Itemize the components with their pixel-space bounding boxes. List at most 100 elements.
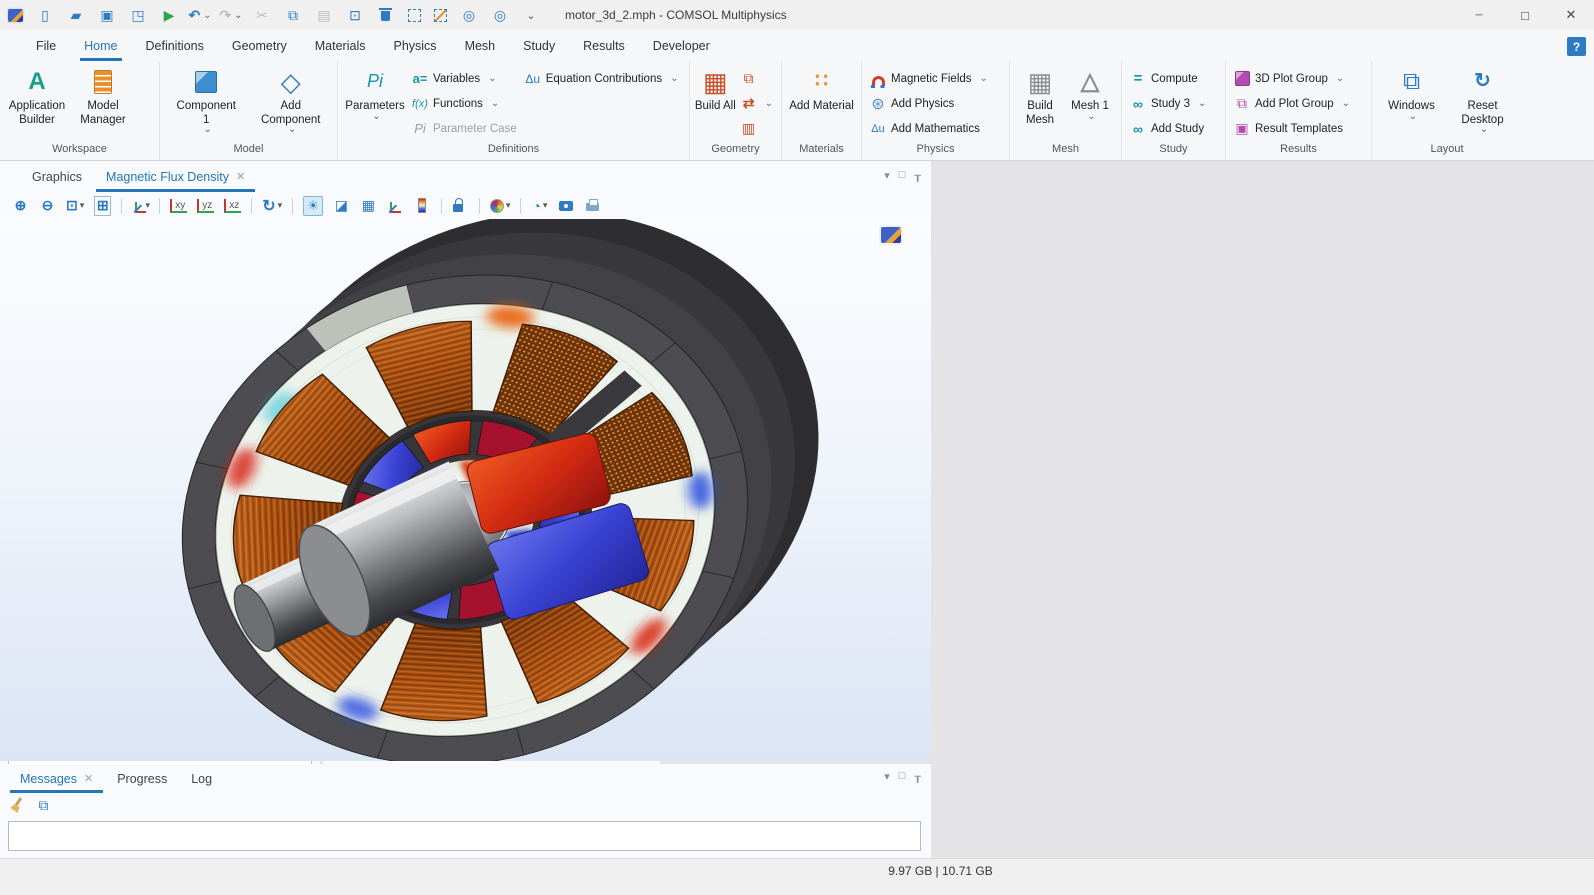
- comsol-watermark-icon[interactable]: [881, 227, 901, 243]
- maximize-button[interactable]: [1502, 0, 1548, 30]
- add-material-button[interactable]: Add Material: [789, 63, 855, 114]
- reset-desktop-button[interactable]: Reset Desktop: [1450, 63, 1516, 132]
- zoom-out-icon[interactable]: [39, 196, 56, 216]
- help-button[interactable]: ?: [1567, 37, 1586, 56]
- study-3-button[interactable]: Study 3: [1126, 91, 1210, 116]
- clear-selection-icon[interactable]: [434, 9, 447, 22]
- zoom-box-icon[interactable]: ▾: [66, 196, 84, 216]
- variables-button[interactable]: Variables: [408, 66, 521, 91]
- copy-to-clipboard-icon[interactable]: [35, 795, 52, 815]
- close-button[interactable]: [1548, 0, 1594, 30]
- copy-icon[interactable]: [284, 6, 302, 24]
- run-icon[interactable]: [160, 6, 178, 24]
- tab-definitions[interactable]: Definitions: [132, 30, 218, 61]
- close-tab-icon[interactable]: ✕: [84, 772, 93, 785]
- virtual-operations-button[interactable]: [737, 116, 777, 141]
- equation-contributions-button[interactable]: Equation Contributions: [521, 66, 683, 91]
- magnetic-fields-button[interactable]: Magnetic Fields: [866, 66, 992, 91]
- model-manager-button[interactable]: Model Manager: [70, 63, 136, 127]
- pin-panel-icon[interactable]: ┰: [914, 169, 921, 192]
- add-study-button[interactable]: Add Study: [1126, 116, 1210, 141]
- application-builder-button[interactable]: Application Builder: [4, 63, 70, 127]
- group-label-model: Model: [164, 143, 333, 160]
- parameter-case-icon: [412, 121, 428, 137]
- show-axes-icon[interactable]: [387, 196, 404, 216]
- build-all-button[interactable]: Build All: [694, 63, 737, 114]
- grid-icon[interactable]: [360, 196, 377, 216]
- print-icon[interactable]: [585, 196, 602, 216]
- panel-menu-icon[interactable]: ▾: [884, 169, 890, 192]
- snapshot-icon[interactable]: [558, 196, 575, 216]
- environment-reflections-icon[interactable]: ▾: [531, 196, 548, 216]
- parameter-case-button[interactable]: Parameter Case: [408, 116, 521, 141]
- parameters-button[interactable]: Parameters: [342, 63, 408, 119]
- clear-messages-icon[interactable]: [8, 795, 25, 815]
- tab-study[interactable]: Study: [509, 30, 569, 61]
- tab-home[interactable]: Home: [70, 30, 131, 61]
- undo-icon[interactable]: [191, 6, 209, 24]
- tab-progress[interactable]: Progress: [105, 764, 179, 793]
- save-icon[interactable]: [98, 6, 116, 24]
- minimize-button[interactable]: [1456, 0, 1502, 30]
- float-panel-icon[interactable]: □: [899, 169, 906, 192]
- redo-icon[interactable]: [222, 6, 240, 24]
- graphics-canvas[interactable]: [0, 219, 931, 761]
- build-mesh-button[interactable]: Build Mesh: [1014, 63, 1066, 127]
- view-xz-icon[interactable]: xz: [224, 199, 241, 213]
- select-box-icon[interactable]: [408, 9, 421, 22]
- panel-menu-icon[interactable]: ▾: [884, 770, 890, 793]
- float-panel-icon[interactable]: □: [899, 770, 906, 793]
- scene-light-icon[interactable]: [303, 196, 323, 216]
- messages-output[interactable]: [8, 821, 921, 851]
- color-legend-icon[interactable]: [414, 196, 431, 216]
- mesh-1-button[interactable]: Mesh 1: [1066, 63, 1114, 119]
- paste-icon[interactable]: [315, 6, 333, 24]
- transparency-icon[interactable]: [333, 196, 350, 216]
- add-physics-button[interactable]: Add Physics: [866, 91, 992, 116]
- tab-physics[interactable]: Physics: [379, 30, 450, 61]
- tab-magnetic-flux-density[interactable]: Magnetic Flux Density ✕: [94, 161, 257, 192]
- tab-mesh[interactable]: Mesh: [451, 30, 510, 61]
- cut-icon[interactable]: [253, 6, 271, 24]
- view-xy-icon[interactable]: xy: [170, 199, 187, 213]
- tab-file[interactable]: File: [22, 30, 70, 61]
- motor-3d-visualization[interactable]: [0, 219, 931, 761]
- find-icon[interactable]: [460, 6, 478, 24]
- open-file-icon[interactable]: [67, 6, 85, 24]
- find-in-model-icon[interactable]: [491, 6, 509, 24]
- lock-axis-icon[interactable]: [452, 196, 469, 216]
- duplicate-icon[interactable]: [346, 6, 364, 24]
- functions-button[interactable]: Functions: [408, 91, 521, 116]
- tab-log[interactable]: Log: [179, 764, 224, 793]
- add-component-button[interactable]: Add Component: [258, 63, 324, 132]
- 3d-plot-group-button[interactable]: 3D Plot Group: [1230, 66, 1354, 91]
- close-tab-icon[interactable]: ✕: [236, 170, 245, 183]
- add-plot-group-button[interactable]: Add Plot Group: [1230, 91, 1354, 116]
- tab-results[interactable]: Results: [569, 30, 639, 61]
- view-orientation-icon[interactable]: ▾: [132, 196, 149, 216]
- zoom-extents-icon[interactable]: [94, 196, 111, 216]
- tab-materials[interactable]: Materials: [301, 30, 380, 61]
- rotate-view-icon[interactable]: ▾: [262, 196, 282, 216]
- delete-icon[interactable]: [377, 6, 395, 24]
- save-as-icon[interactable]: [129, 6, 147, 24]
- customize-toolbar-icon[interactable]: [522, 6, 540, 24]
- pin-panel-icon[interactable]: ┰: [914, 770, 921, 793]
- tab-graphics[interactable]: Graphics: [20, 161, 94, 192]
- image-palette-icon[interactable]: ▾: [490, 196, 511, 216]
- result-templates-button[interactable]: Result Templates: [1230, 116, 1354, 141]
- new-file-icon[interactable]: [36, 6, 54, 24]
- graphics-toolbar: ▾ ▾ xy yz xz ▾: [0, 192, 931, 219]
- group-label-definitions: Definitions: [342, 143, 685, 160]
- add-mathematics-button[interactable]: Add Mathematics: [866, 116, 992, 141]
- windows-button[interactable]: Windows: [1379, 63, 1445, 119]
- component-1-button[interactable]: Component 1: [173, 63, 239, 132]
- insert-sequence-button[interactable]: [737, 66, 777, 91]
- view-yz-icon[interactable]: yz: [197, 199, 214, 213]
- tab-developer[interactable]: Developer: [639, 30, 724, 61]
- compute-button[interactable]: Compute: [1126, 66, 1210, 91]
- update-geometry-button[interactable]: [737, 91, 777, 116]
- tab-messages[interactable]: Messages ✕: [8, 764, 105, 793]
- tab-geometry[interactable]: Geometry: [218, 30, 301, 61]
- zoom-in-icon[interactable]: [12, 196, 29, 216]
